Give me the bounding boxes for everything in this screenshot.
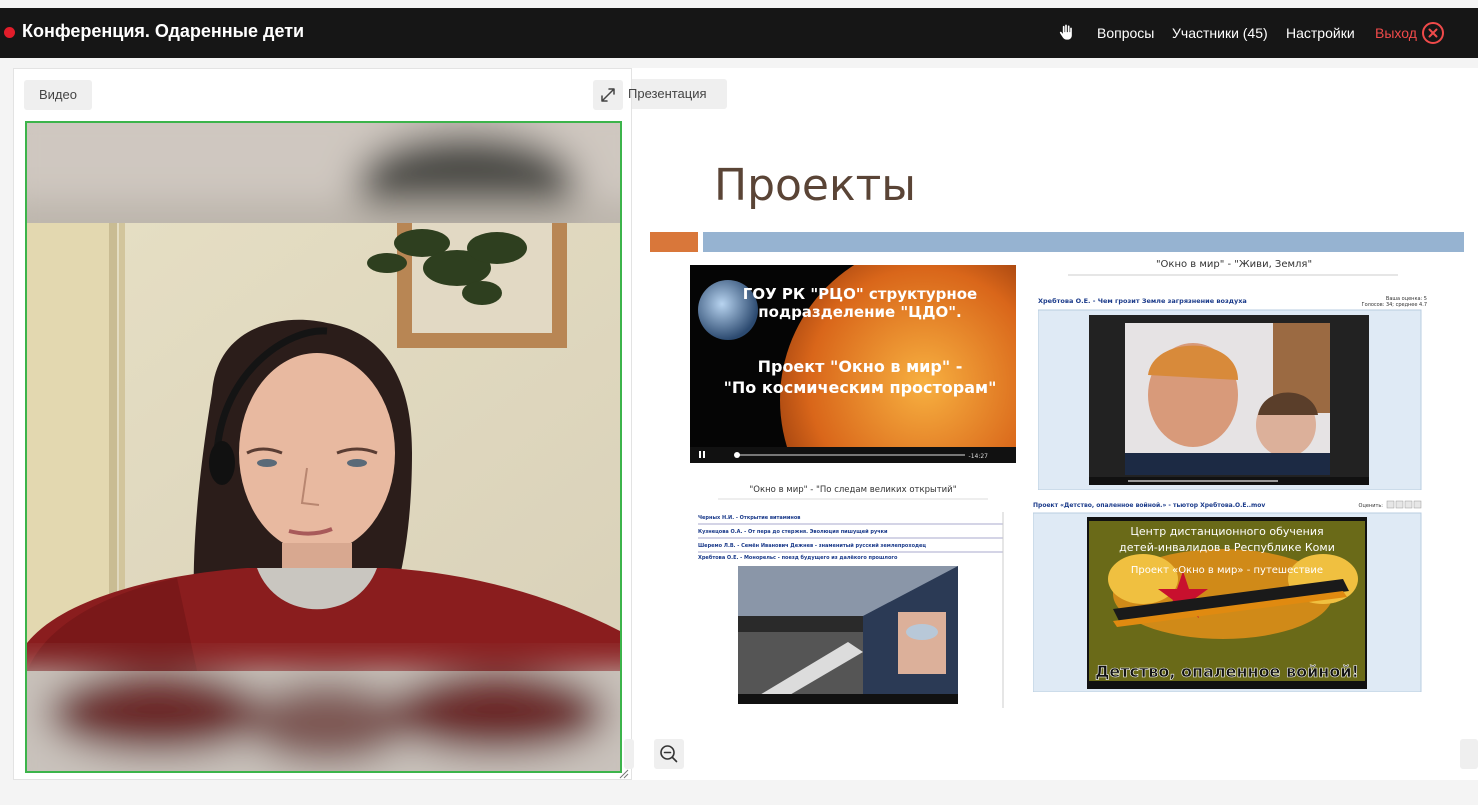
- thumb4-banner: Детство, опаленное войной!: [1095, 662, 1359, 681]
- slide-thumbnail-discoveries: "Окно в мир" - "По следам великих открыт…: [698, 482, 1008, 708]
- exit-link[interactable]: Выход: [1375, 25, 1417, 41]
- accent-bar-orange: [650, 232, 698, 252]
- thumb3-row-4: Хребтова О.Е. - Монорельс - поезд будуще…: [698, 554, 898, 561]
- zoom-out-button[interactable]: [654, 739, 684, 769]
- thumb4-line1: Центр дистанционного обучения: [1130, 525, 1323, 538]
- video-tab[interactable]: Видео: [24, 80, 92, 110]
- slide-thumbnail-war-childhood: Проект «Детство, опаленное войной.» - ть…: [1033, 499, 1425, 692]
- thumb4-rate-label: Оценить:: [1359, 503, 1384, 509]
- presentation-panel: Презентация Проекты ГОУ РК "РЦО" структу…: [624, 68, 1478, 780]
- thumb1-line1: ГОУ РК "РЦО" структурное: [743, 285, 977, 303]
- thumb1-line2: подразделение "ЦДО".: [758, 303, 961, 321]
- thumb3-row-2: Кузнецова О.А. - От пера до стержня. Эво…: [698, 528, 888, 535]
- thumb4-line2: детей-инвалидов в Республике Коми: [1119, 541, 1335, 554]
- presentation-tab-label: Презентация: [628, 86, 707, 101]
- thumb3-row-3: Шеремо Л.В. - Семён Иванович Дежнев - зн…: [698, 542, 926, 549]
- video-image: [27, 123, 620, 771]
- thumb4-caption: Проект «Детство, опаленное войной.» - ть…: [1033, 502, 1265, 509]
- slide-thumbnail-earth: "Окно в мир" - "Живи, Земля" Хребтова О.…: [1038, 255, 1430, 490]
- thumb2-caption: Хребтова О.Е. - Чем грозит Земле загрязн…: [1038, 297, 1247, 305]
- zoom-out-icon: [660, 745, 678, 763]
- close-circle-icon[interactable]: [1421, 21, 1445, 45]
- questions-link[interactable]: Вопросы: [1097, 25, 1154, 41]
- participants-link[interactable]: Участники (45): [1172, 25, 1268, 41]
- thumb3-row-1: Черных Н.И. - Открытие витаминов: [698, 515, 800, 521]
- expand-button[interactable]: [593, 80, 623, 110]
- thumb1-line4: "По космическим просторам": [724, 378, 997, 397]
- slide-title: Проекты: [714, 160, 916, 211]
- zoom-in-button[interactable]: [624, 739, 634, 769]
- thumb1-line3: Проект "Окно в мир" -: [758, 357, 963, 376]
- video-panel: Видео: [13, 68, 632, 780]
- thumb2-votes: Голосов: 34; среднее 4.7: [1362, 302, 1427, 308]
- presentation-slide: Проекты ГОУ РК "РЦО" структурное подразд…: [646, 138, 1466, 738]
- slide-thumbnail-space: ГОУ РК "РЦО" структурное подразделение "…: [690, 265, 1016, 463]
- thumb1-time: -14:27: [969, 453, 989, 460]
- presentation-tab[interactable]: Презентация: [628, 79, 727, 109]
- raise-hand-icon[interactable]: [1056, 23, 1076, 43]
- settings-link[interactable]: Настройки: [1286, 25, 1355, 41]
- recording-indicator: [4, 27, 15, 38]
- resize-handle-icon[interactable]: [619, 769, 629, 779]
- thumb4-line3: Проект «Окно в мир» - путешествие: [1131, 565, 1323, 576]
- expand-icon: [601, 88, 615, 102]
- speaker-video[interactable]: [25, 121, 622, 773]
- next-slide-button[interactable]: [1460, 739, 1478, 769]
- thumb2-heading: "Окно в мир" - "Живи, Земля": [1156, 259, 1312, 270]
- accent-bar-blue: [703, 232, 1464, 252]
- thumb3-heading: "Окно в мир" - "По следам великих открыт…: [749, 485, 956, 495]
- conference-title: Конференция. Одаренные дети: [22, 21, 305, 41]
- top-bar: Конференция. Одаренные дети Вопросы Учас…: [0, 8, 1478, 58]
